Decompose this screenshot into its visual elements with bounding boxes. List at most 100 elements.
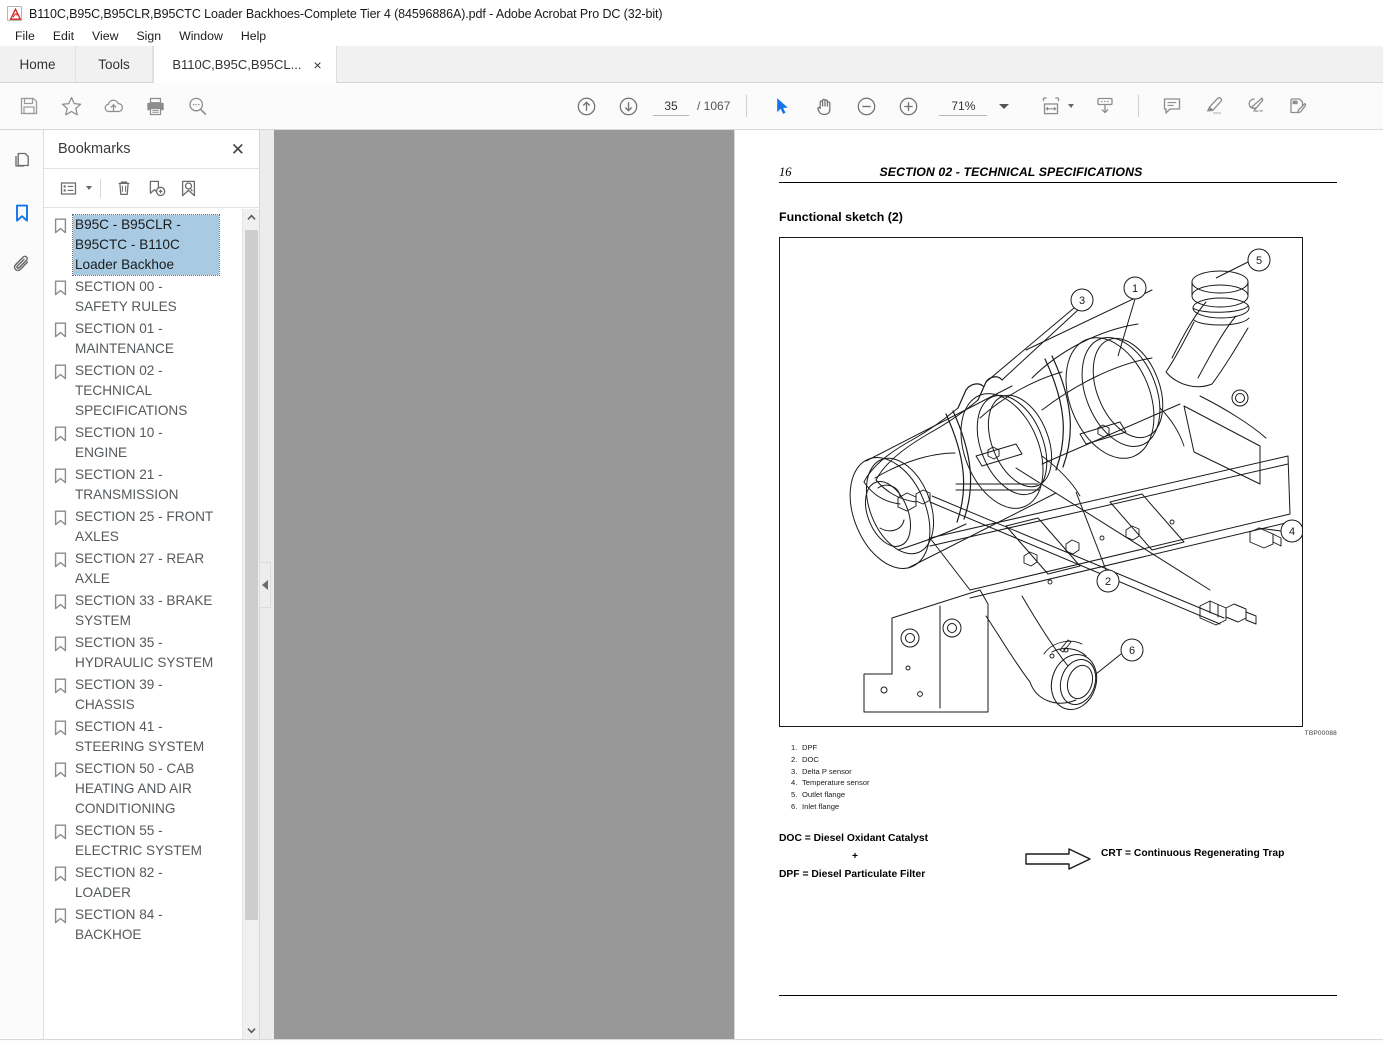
main-toolbar: / 1067 [0,83,1383,130]
close-icon[interactable]: ✕ [231,141,245,158]
bookmark-item[interactable]: SECTION 39 - CHASSIS [44,674,259,716]
panel-collapse-handle[interactable] [259,561,271,608]
section-header-label: SECTION 02 - TECHNICAL SPECIFICATIONS [879,165,1143,179]
bookmark-label: SECTION 21 - TRANSMISSION [75,467,179,502]
legend-item: 6. Inlet flange [791,801,870,813]
title-bar: B110C,B95C,B95CLR,B95CTC Loader Backhoes… [0,0,1383,27]
bookmarks-panel: Bookmarks ✕ B95C - B95CLR - B95CTC - B11… [44,130,260,1039]
page-thumbnails-icon[interactable] [7,146,37,176]
menu-window[interactable]: Window [170,27,232,46]
plus-symbol: + [851,851,858,862]
cloud-upload-icon[interactable] [92,85,134,127]
menu-file[interactable]: File [6,27,44,46]
save-icon[interactable] [8,85,50,127]
bookmarks-toolbar-divider [100,178,101,198]
zoom-level-input[interactable] [939,96,988,116]
bookmark-label: SECTION 33 - BRAKE SYSTEM [75,593,213,628]
tab-tools[interactable]: Tools [76,46,153,83]
legend-item: 4. Temperature sensor [791,777,870,789]
attachments-icon[interactable] [7,250,37,280]
crt-definition: CRT = Continuous Regenerating Trap [1101,848,1285,859]
edit-pdf-icon[interactable] [1277,85,1319,127]
page-total-label: / 1067 [697,99,731,113]
bookmark-icon [54,280,67,296]
plus-circle-icon[interactable] [887,85,929,127]
fit-page-icon[interactable] [1030,85,1072,127]
cursor-arrow-icon[interactable] [761,85,803,127]
callout-5: 5 [1256,255,1262,267]
tab-document-label: B110C,B95C,B95CL... [172,57,302,72]
legend-item: 1. DPF [791,742,870,754]
print-icon[interactable] [134,85,176,127]
window-title: B110C,B95C,B95CLR,B95CTC Loader Backhoes… [29,6,663,21]
bookmark-item[interactable]: SECTION 27 - REAR AXLE [44,548,259,590]
bookmark-item[interactable]: SECTION 02 - TECHNICAL SPECIFICATIONS [44,360,259,422]
bookmark-item[interactable]: SECTION 10 - ENGINE [44,422,259,464]
bookmarks-icon[interactable] [7,198,37,228]
comment-icon[interactable] [1151,85,1193,127]
chevron-down-icon[interactable] [86,186,92,190]
legend-number: 4. [791,778,798,788]
scrollbar-thumb[interactable] [244,230,258,920]
minus-circle-icon[interactable] [845,85,887,127]
scroll-mode-icon[interactable] [1084,85,1126,127]
legend-text: Delta P sensor [802,766,852,776]
bookmark-item[interactable]: SECTION 35 - HYDRAULIC SYSTEM [44,632,259,674]
page-footer-rule [779,995,1337,996]
bookmark-label: SECTION 50 - CAB HEATING AND AIR CONDITI… [75,761,195,816]
bookmark-icon [54,426,67,442]
bookmark-item[interactable]: SECTION 55 - ELECTRIC SYSTEM [44,820,259,862]
search-icon[interactable] [176,85,218,127]
bookmark-item[interactable]: SECTION 82 - LOADER [44,862,259,904]
arrow-down-circle-icon[interactable] [607,85,649,127]
new-bookmark-icon[interactable] [141,174,171,202]
highlight-icon[interactable] [1193,85,1235,127]
locate-bookmark-icon[interactable] [173,174,203,202]
bookmark-label: SECTION 02 - TECHNICAL SPECIFICATIONS [75,363,188,418]
bookmarks-scrollbar[interactable] [242,209,259,1039]
scrollbar-track[interactable] [243,226,260,1022]
menu-sign[interactable]: Sign [127,27,170,46]
bookmark-label: SECTION 35 - HYDRAULIC SYSTEM [75,635,214,670]
dpf-definition: DPF = Diesel Particulate Filter [779,869,926,880]
bookmark-item[interactable]: SECTION 00 - SAFETY RULES [44,276,259,318]
bookmark-item[interactable]: SECTION 41 - STEERING SYSTEM [44,716,259,758]
tab-document[interactable]: B110C,B95C,B95CL... × [153,46,337,83]
figure-frame: 5 1 3 2 4 6 [779,237,1303,727]
bookmark-icon [54,762,67,778]
bookmark-item[interactable]: SECTION 25 - FRONT AXLES [44,506,259,548]
scroll-down-button[interactable] [243,1022,260,1039]
document-view[interactable]: 16 SECTION 02 - TECHNICAL SPECIFICATIONS… [260,130,1383,1039]
bookmark-item[interactable]: B95C - B95CLR - B95CTC - B110C Loader Ba… [44,214,259,276]
toolbar-right-group [1030,85,1319,127]
hand-icon[interactable] [803,85,845,127]
menu-help[interactable]: Help [232,27,275,46]
trash-icon[interactable] [109,174,139,202]
bookmarks-list[interactable]: B95C - B95CLR - B95CTC - B110C Loader Ba… [44,208,259,1039]
menu-view[interactable]: View [83,27,127,46]
bookmark-item[interactable]: SECTION 21 - TRANSMISSION [44,464,259,506]
list-options-icon[interactable] [53,174,83,202]
bookmark-item[interactable]: SECTION 01 - MAINTENANCE [44,318,259,360]
chevron-down-icon[interactable] [1068,104,1074,108]
bookmark-item[interactable]: SECTION 33 - BRAKE SYSTEM [44,590,259,632]
arrow-up-circle-icon[interactable] [565,85,607,127]
legend-text: DOC [802,754,819,764]
figure-reference-code: TBP00088 [1304,730,1337,737]
callout-1: 1 [1132,283,1138,295]
legend-item: 5. Outlet flange [791,789,870,801]
pdf-page[interactable]: 16 SECTION 02 - TECHNICAL SPECIFICATIONS… [734,130,1383,1039]
star-icon[interactable] [50,85,92,127]
menu-edit[interactable]: Edit [44,27,83,46]
chevron-down-icon[interactable] [999,103,1010,109]
tab-home[interactable]: Home [0,46,76,83]
bookmark-item[interactable]: SECTION 50 - CAB HEATING AND AIR CONDITI… [44,758,259,820]
page-running-header: 16 SECTION 02 - TECHNICAL SPECIFICATIONS [779,165,1337,183]
page-number-input[interactable] [653,96,689,116]
bookmark-item[interactable]: SECTION 84 - BACKHOE [44,904,259,946]
close-icon[interactable]: × [313,58,321,72]
acrobat-window: B110C,B95C,B95CLR,B95CTC Loader Backhoes… [0,0,1383,1041]
bookmark-label: SECTION 10 - ENGINE [75,425,163,460]
sign-icon[interactable] [1235,85,1277,127]
scroll-up-button[interactable] [243,209,260,226]
